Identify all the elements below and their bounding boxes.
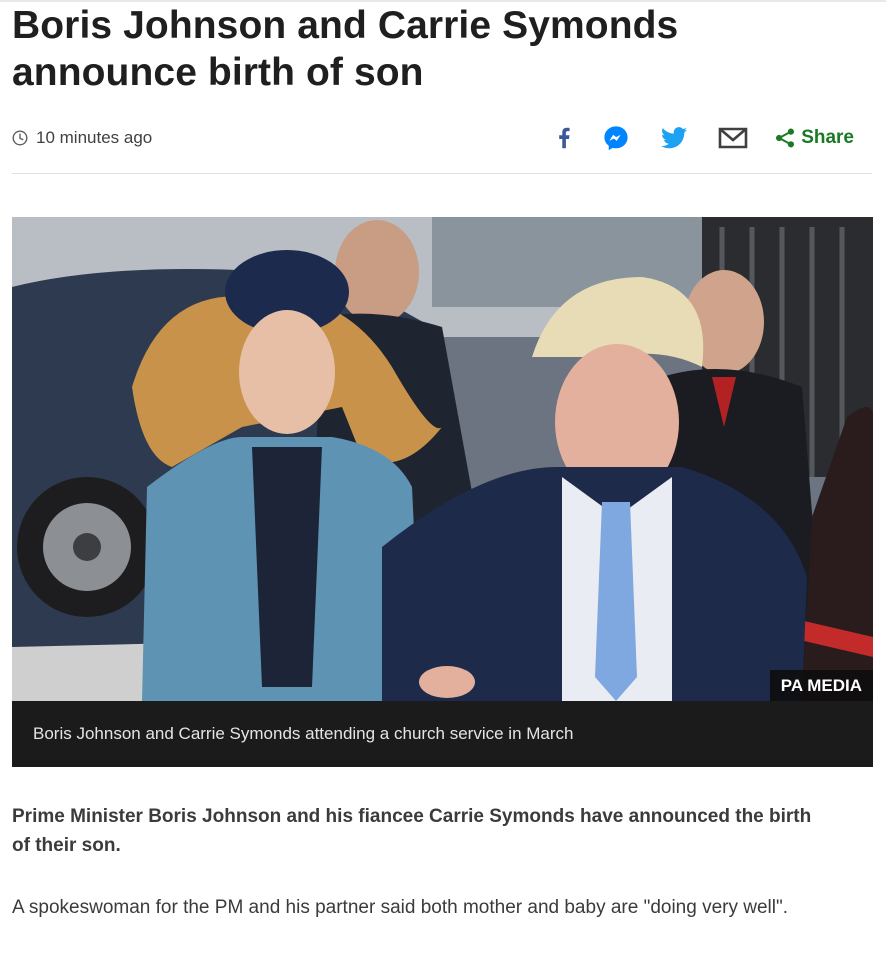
share-icon (776, 128, 795, 148)
image-caption: Boris Johnson and Carrie Symonds attendi… (12, 701, 873, 767)
share-label: Share (801, 127, 854, 148)
facebook-share-button[interactable] (549, 123, 579, 153)
article-meta-bar: 10 minutes ago Share (12, 118, 872, 158)
facebook-icon (559, 127, 570, 149)
article-headline: Boris Johnson and Carrie Symonds announc… (12, 4, 679, 94)
header-divider (12, 173, 872, 174)
messenger-share-button[interactable] (601, 123, 631, 153)
photo-illustration (12, 217, 873, 701)
twitter-share-button[interactable] (659, 123, 689, 153)
image-credit: PA MEDIA (769, 670, 873, 701)
share-tools: Share (549, 123, 872, 153)
messenger-icon (604, 126, 628, 151)
article-figure: PA MEDIA Boris Johnson and Carrie Symond… (12, 217, 873, 767)
article-timestamp: 10 minutes ago (12, 128, 152, 148)
share-button[interactable]: Share (775, 123, 854, 153)
email-share-button[interactable] (716, 123, 750, 153)
timestamp-text: 10 minutes ago (36, 128, 153, 147)
article-intro: Prime Minister Boris Johnson and his fia… (12, 806, 812, 856)
article-paragraph: A spokeswoman for the PM and his partner… (12, 897, 789, 918)
email-icon (718, 127, 748, 149)
clock-icon (12, 130, 28, 146)
twitter-icon (661, 127, 688, 149)
article-photo: PA MEDIA (12, 217, 873, 701)
